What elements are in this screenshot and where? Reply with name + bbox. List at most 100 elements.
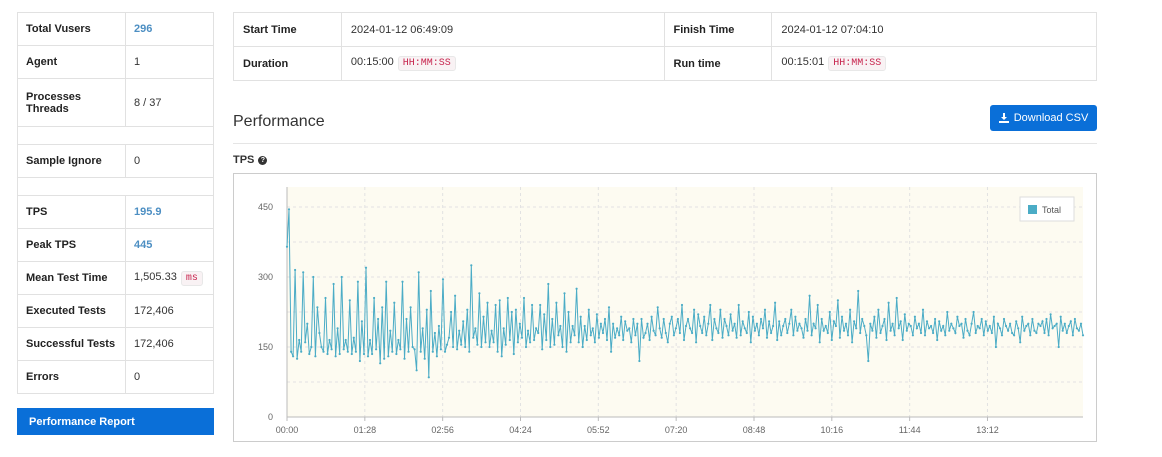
data-point [723,317,726,321]
data-point [915,327,919,330]
data-point [419,350,422,353]
data-point [996,322,1000,325]
data-point [553,343,556,346]
data-point [322,350,325,353]
data-point [871,329,874,332]
data-point [972,310,975,314]
total-vusers-value[interactable]: 296 [125,12,214,46]
x-tick-label: 07:20 [665,425,688,435]
data-point [820,317,823,321]
data-point [701,331,704,335]
data-point [705,334,708,337]
data-point [358,359,361,363]
data-point [1055,322,1058,325]
data-point [328,338,331,342]
data-point [1019,341,1022,344]
performance-report-button[interactable]: Performance Report [17,408,214,435]
data-point [998,327,1002,330]
data-point [399,348,402,351]
data-point [330,348,333,351]
data-point [510,310,513,314]
data-point [648,338,651,342]
data-point [942,324,945,328]
data-point [603,317,607,321]
data-point [994,345,998,349]
data-point [759,317,763,321]
download-csv-button[interactable]: Download CSV [990,105,1097,131]
data-point [954,331,957,335]
stats-gap-row [17,126,214,145]
question-circle-icon[interactable]: ? [258,155,268,165]
data-point [362,352,366,356]
data-point [757,334,761,337]
stats-row-total-vusers: Total Vusers 296 [17,12,214,46]
data-point [314,355,317,358]
data-point [832,320,836,323]
data-point [907,322,910,325]
data-point [786,331,789,335]
processes-label: Processes [26,90,82,103]
data-point [356,280,359,283]
data-point [539,303,542,307]
data-point [881,324,884,328]
data-point [703,315,706,318]
data-point [674,327,677,330]
data-point [389,329,392,332]
data-point [1041,320,1044,323]
legend[interactable]: Total [1019,196,1075,222]
data-point [774,301,777,304]
data-point [656,306,659,309]
data-point [405,317,408,321]
data-point [599,322,602,325]
errors-value: 0 [125,360,214,394]
data-point [962,336,965,339]
data-point [466,308,469,311]
data-point [526,329,530,332]
data-point [798,322,801,325]
finish-time-value: 2024-01-12 07:04:10 [771,12,1097,47]
data-point [498,299,501,302]
x-tick-label: 00:00 [276,425,299,435]
threads-label: Threads [26,102,69,115]
x-tick-label: 08:48 [743,425,766,435]
y-tick-label: 450 [258,202,273,212]
data-point [379,362,382,365]
data-point [326,352,329,356]
data-point [577,341,580,344]
data-point [595,313,598,316]
sample-ignore-value: 0 [125,144,214,178]
data-point [865,334,868,337]
x-axis: 00:00 01:28 02:56 04:24 05:52 07:20 08:48 10:16… [276,416,1083,435]
data-point [966,329,969,332]
data-point [1031,317,1034,321]
data-point [1000,334,1004,337]
data-point [863,324,866,328]
data-point [308,352,311,356]
data-point [816,303,819,307]
data-point [470,264,473,267]
stats-row-executed-tests: Executed Tests 172,406 [17,294,214,328]
data-point [885,338,888,342]
data-point [318,331,321,335]
data-point [897,327,900,330]
data-point [782,324,785,328]
run-time-label: Run time [663,46,773,81]
data-point [579,315,582,318]
data-point [492,341,495,344]
tps-chart-svg: 0 150 300 450 00:00 01:28 02:56 04:24 05:52 07:2… [258,187,1085,435]
data-point [804,317,807,321]
data-point [506,296,509,300]
data-point [834,324,838,328]
data-point [1051,327,1054,330]
data-point [504,343,507,346]
data-point [968,334,971,337]
data-point [433,331,436,335]
data-point [731,329,734,332]
data-point [784,317,787,321]
data-point [476,343,479,346]
data-point [474,327,477,330]
data-point [903,313,906,316]
data-point [751,315,755,318]
data-point [932,331,935,335]
data-point [480,345,483,349]
